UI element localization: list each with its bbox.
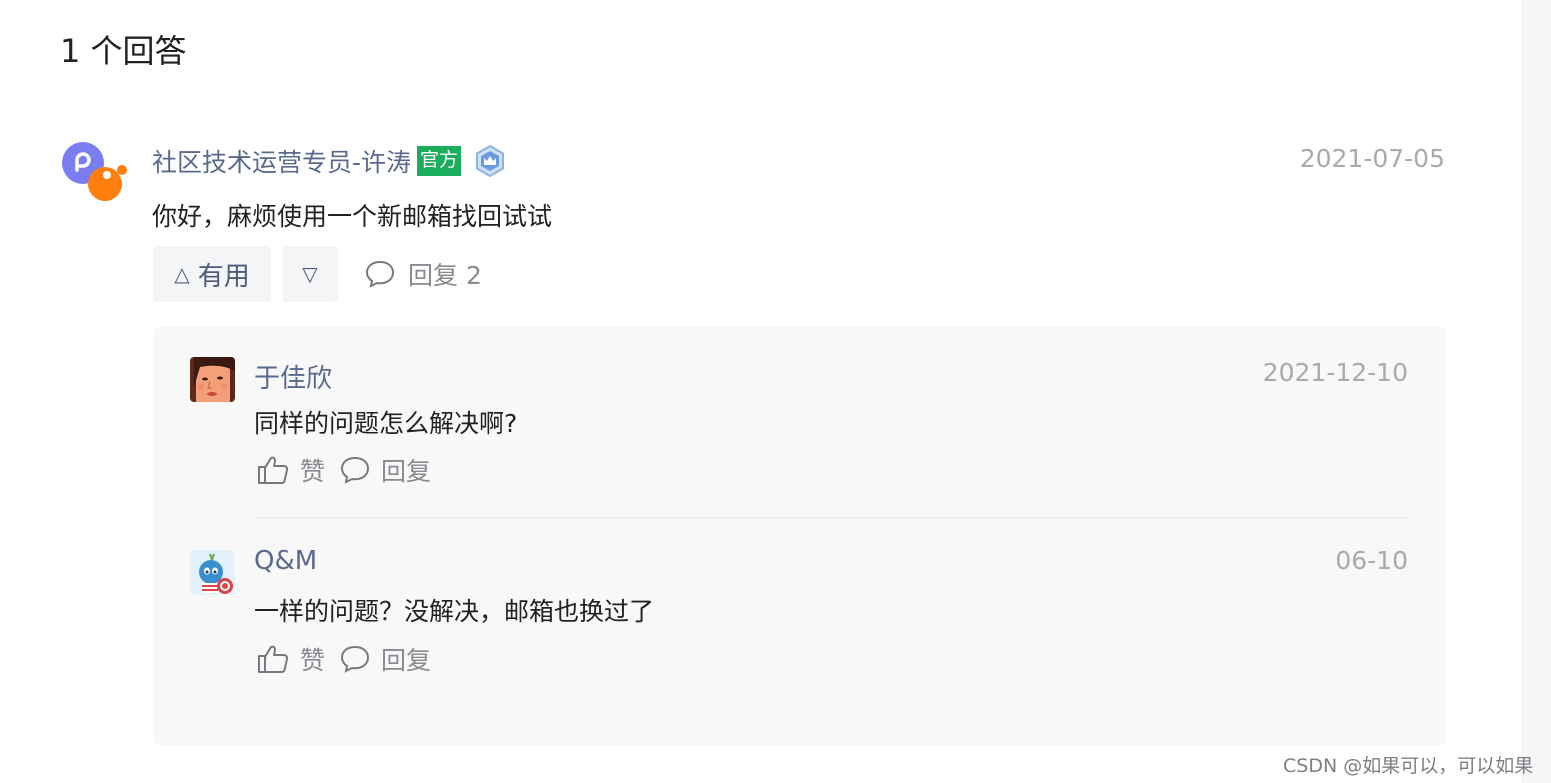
like-button[interactable]: 赞 (256, 641, 325, 677)
comment-icon (341, 456, 370, 484)
reply-author-name[interactable]: 于佳欣 (254, 358, 332, 395)
like-label: 赞 (300, 457, 326, 486)
answer-reply-button[interactable]: 回复 2 (364, 256, 482, 292)
answer-text: 你好，麻烦使用一个新邮箱找回试试 (152, 202, 553, 231)
answer-actions: △ 有用 ▽ 回复 2 (153, 246, 482, 302)
official-tag: 官方 (417, 146, 462, 176)
answer-date: 2021-07-05 (1299, 144, 1445, 173)
thumbs-up-icon (258, 645, 289, 673)
watermark: CSDN @如果可以，可以如果 (1283, 755, 1534, 777)
reply-actions: 赞 回复 (256, 452, 431, 488)
thumbs-up-icon (258, 456, 289, 484)
reply-text: 一样的问题？没解决，邮箱也换过了 (254, 597, 655, 626)
page-right-gutter (1521, 0, 1551, 783)
reply-label: 回复 (381, 646, 432, 675)
reply-author-avatar[interactable] (190, 357, 235, 402)
reply-label: 回复 (381, 457, 432, 486)
triangle-up-icon: △ (174, 262, 190, 286)
useful-label: 有用 (197, 261, 250, 292)
comment-icon (341, 645, 370, 673)
reply-author-avatar[interactable] (190, 550, 235, 595)
answer-author-avatar[interactable] (62, 142, 130, 206)
replies-panel (153, 327, 1446, 745)
reply-date: 2021-12-10 (1262, 358, 1408, 387)
crown-badge-icon (473, 144, 507, 178)
like-button[interactable]: 赞 (256, 452, 325, 488)
answer-author-line: 社区技术运营专员-许涛 官方 (152, 144, 507, 178)
answer-author-name[interactable]: 社区技术运营专员-许涛 (152, 143, 411, 179)
not-useful-button[interactable]: ▽ (282, 246, 338, 302)
triangle-down-icon: ▽ (302, 262, 318, 286)
useful-button[interactable]: △ 有用 (153, 246, 271, 302)
reply-actions: 赞 回复 (256, 641, 431, 677)
reply-button[interactable]: 回复 (339, 452, 431, 488)
reply-author-name[interactable]: Q&M (254, 546, 317, 576)
answer-reply-label: 回复 2 (408, 261, 482, 290)
reply-button[interactable]: 回复 (339, 641, 431, 677)
like-label: 赞 (300, 646, 326, 675)
reply-date: 06-10 (1335, 546, 1408, 575)
reply-divider (254, 517, 1408, 518)
reply-text: 同样的问题怎么解决啊? (254, 409, 518, 438)
comment-icon (365, 260, 395, 288)
answer-count-heading: 1 个回答 (60, 32, 187, 70)
